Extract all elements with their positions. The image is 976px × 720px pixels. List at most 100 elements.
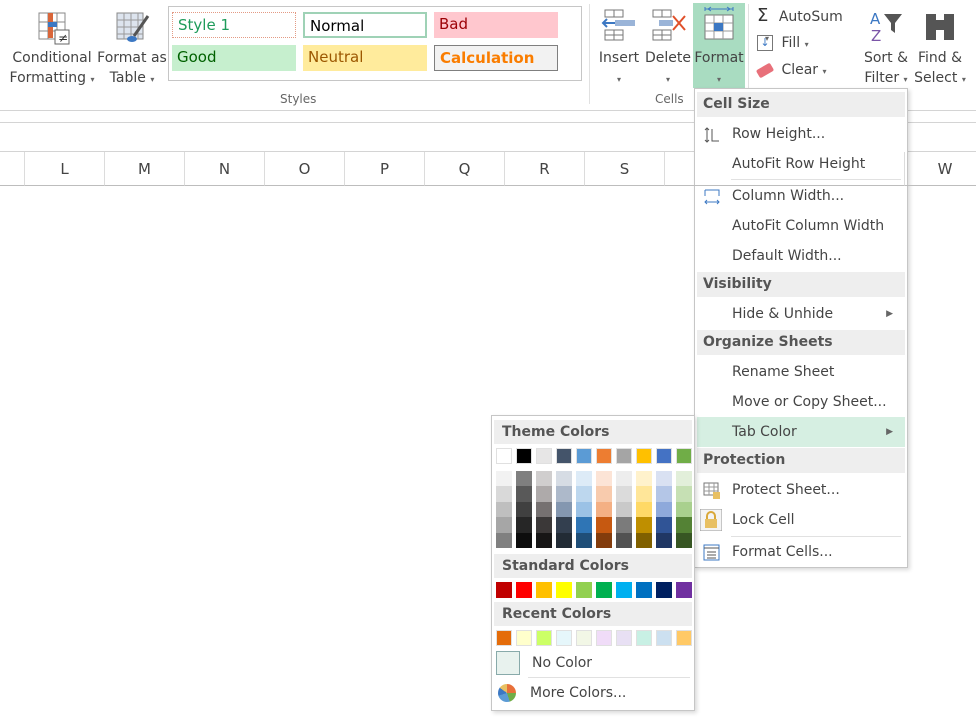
color-swatch[interactable] (596, 630, 612, 646)
color-swatch[interactable] (596, 582, 612, 598)
color-swatch[interactable] (636, 501, 652, 518)
column-header[interactable]: O (265, 152, 345, 186)
color-swatch[interactable] (676, 471, 692, 487)
color-swatch[interactable] (536, 532, 552, 548)
color-swatch[interactable] (656, 517, 672, 533)
cell-style-style-1[interactable]: Style 1 (172, 12, 296, 38)
menu-item-hide-unhide[interactable]: Hide & Unhide ▶ (697, 299, 905, 329)
sort-filter-button[interactable]: AZ Sort & Filter ▾ (860, 6, 912, 90)
color-swatch[interactable] (516, 532, 532, 548)
cell-style-neutral[interactable]: Neutral (303, 45, 427, 71)
color-swatch[interactable] (656, 501, 672, 518)
column-header[interactable]: P (345, 152, 425, 186)
color-swatch[interactable] (576, 501, 592, 518)
color-swatch[interactable] (516, 448, 532, 464)
color-swatch[interactable] (536, 582, 552, 598)
color-swatch[interactable] (656, 471, 672, 487)
color-swatch[interactable] (556, 582, 572, 598)
format-as-table-button[interactable]: Format as Table ▾ (96, 6, 168, 90)
find-select-button[interactable]: Find & Select ▾ (912, 6, 968, 90)
color-swatch[interactable] (616, 501, 632, 518)
color-swatch[interactable] (616, 532, 632, 548)
column-header[interactable]: M (105, 152, 185, 186)
color-swatch[interactable] (556, 471, 572, 487)
color-swatch[interactable] (516, 501, 532, 518)
color-swatch[interactable] (576, 471, 592, 487)
color-swatch[interactable] (636, 630, 652, 646)
color-swatch[interactable] (616, 486, 632, 502)
insert-button[interactable]: Insert ▾ (595, 6, 643, 86)
column-header[interactable]: N (185, 152, 265, 186)
color-swatch[interactable] (656, 630, 672, 646)
color-swatch[interactable] (676, 517, 692, 533)
clear-button[interactable]: Clear ▾ (755, 60, 837, 82)
color-swatch[interactable] (656, 486, 672, 502)
color-swatch[interactable] (636, 532, 652, 548)
color-swatch[interactable] (496, 486, 512, 502)
column-header[interactable]: R (505, 152, 585, 186)
menu-item-tab-color[interactable]: Tab Color ▶ (697, 417, 905, 447)
color-swatch[interactable] (516, 517, 532, 533)
cell-style-normal[interactable]: Normal (303, 12, 427, 38)
format-button[interactable]: Format ▾ (693, 3, 745, 88)
color-swatch[interactable] (636, 486, 652, 502)
color-swatch[interactable] (676, 448, 692, 464)
color-swatch[interactable] (516, 486, 532, 502)
color-swatch[interactable] (496, 517, 512, 533)
delete-button[interactable]: Delete ▾ (643, 6, 693, 86)
color-swatch[interactable] (536, 517, 552, 533)
cell-style-calculation[interactable]: Calculation (434, 45, 558, 71)
color-swatch[interactable] (616, 448, 632, 464)
color-swatch[interactable] (536, 486, 552, 502)
color-swatch[interactable] (656, 582, 672, 598)
menu-item-lock-cell[interactable]: Lock Cell (697, 505, 905, 535)
column-header[interactable]: S (585, 152, 665, 186)
column-header[interactable] (665, 152, 905, 186)
color-swatch[interactable] (576, 630, 592, 646)
menu-item-rename-sheet[interactable]: Rename Sheet (697, 357, 905, 387)
color-swatch[interactable] (536, 501, 552, 518)
color-swatch[interactable] (496, 448, 512, 464)
color-swatch[interactable] (576, 532, 592, 548)
color-swatch[interactable] (576, 448, 592, 464)
color-swatch[interactable] (596, 448, 612, 464)
color-swatch[interactable] (556, 486, 572, 502)
color-swatch[interactable] (656, 532, 672, 548)
color-swatch[interactable] (516, 630, 532, 646)
color-swatch[interactable] (596, 517, 612, 533)
conditional-formatting-button[interactable]: ≠ Conditional Formatting ▾ (8, 6, 96, 90)
cell-style-good[interactable]: Good (172, 45, 296, 71)
menu-item-row-height[interactable]: Row Height... (697, 119, 905, 149)
column-header[interactable] (0, 152, 25, 186)
color-swatch[interactable] (496, 471, 512, 487)
color-swatch[interactable] (496, 630, 512, 646)
color-swatch[interactable] (496, 582, 512, 598)
color-swatch[interactable] (576, 486, 592, 502)
color-swatch[interactable] (496, 532, 512, 548)
color-swatch[interactable] (676, 630, 692, 646)
cell-style-bad[interactable]: Bad (434, 12, 558, 38)
menu-item-autofit-column-width[interactable]: AutoFit Column Width (697, 211, 905, 241)
color-swatch[interactable] (576, 582, 592, 598)
color-swatch[interactable] (536, 448, 552, 464)
autosum-button[interactable]: Σ AutoSum ▾ (757, 6, 857, 44)
color-swatch[interactable] (676, 486, 692, 502)
color-swatch[interactable] (536, 471, 552, 487)
menu-item-format-cells[interactable]: Format Cells... (697, 537, 905, 567)
color-swatch[interactable] (616, 582, 632, 598)
color-swatch[interactable] (556, 448, 572, 464)
color-swatch[interactable] (616, 517, 632, 533)
color-swatch[interactable] (616, 630, 632, 646)
menu-item-move-or-copy-sheet[interactable]: Move or Copy Sheet... (697, 387, 905, 417)
column-header[interactable]: Q (425, 152, 505, 186)
color-swatch[interactable] (556, 630, 572, 646)
color-swatch[interactable] (636, 448, 652, 464)
color-swatch[interactable] (556, 532, 572, 548)
menu-item-protect-sheet[interactable]: Protect Sheet... (697, 475, 905, 505)
color-swatch[interactable] (496, 501, 512, 518)
color-swatch[interactable] (576, 517, 592, 533)
color-swatch[interactable] (556, 517, 572, 533)
column-header[interactable]: L (25, 152, 105, 186)
color-swatch[interactable] (636, 517, 652, 533)
color-swatch[interactable] (536, 630, 552, 646)
